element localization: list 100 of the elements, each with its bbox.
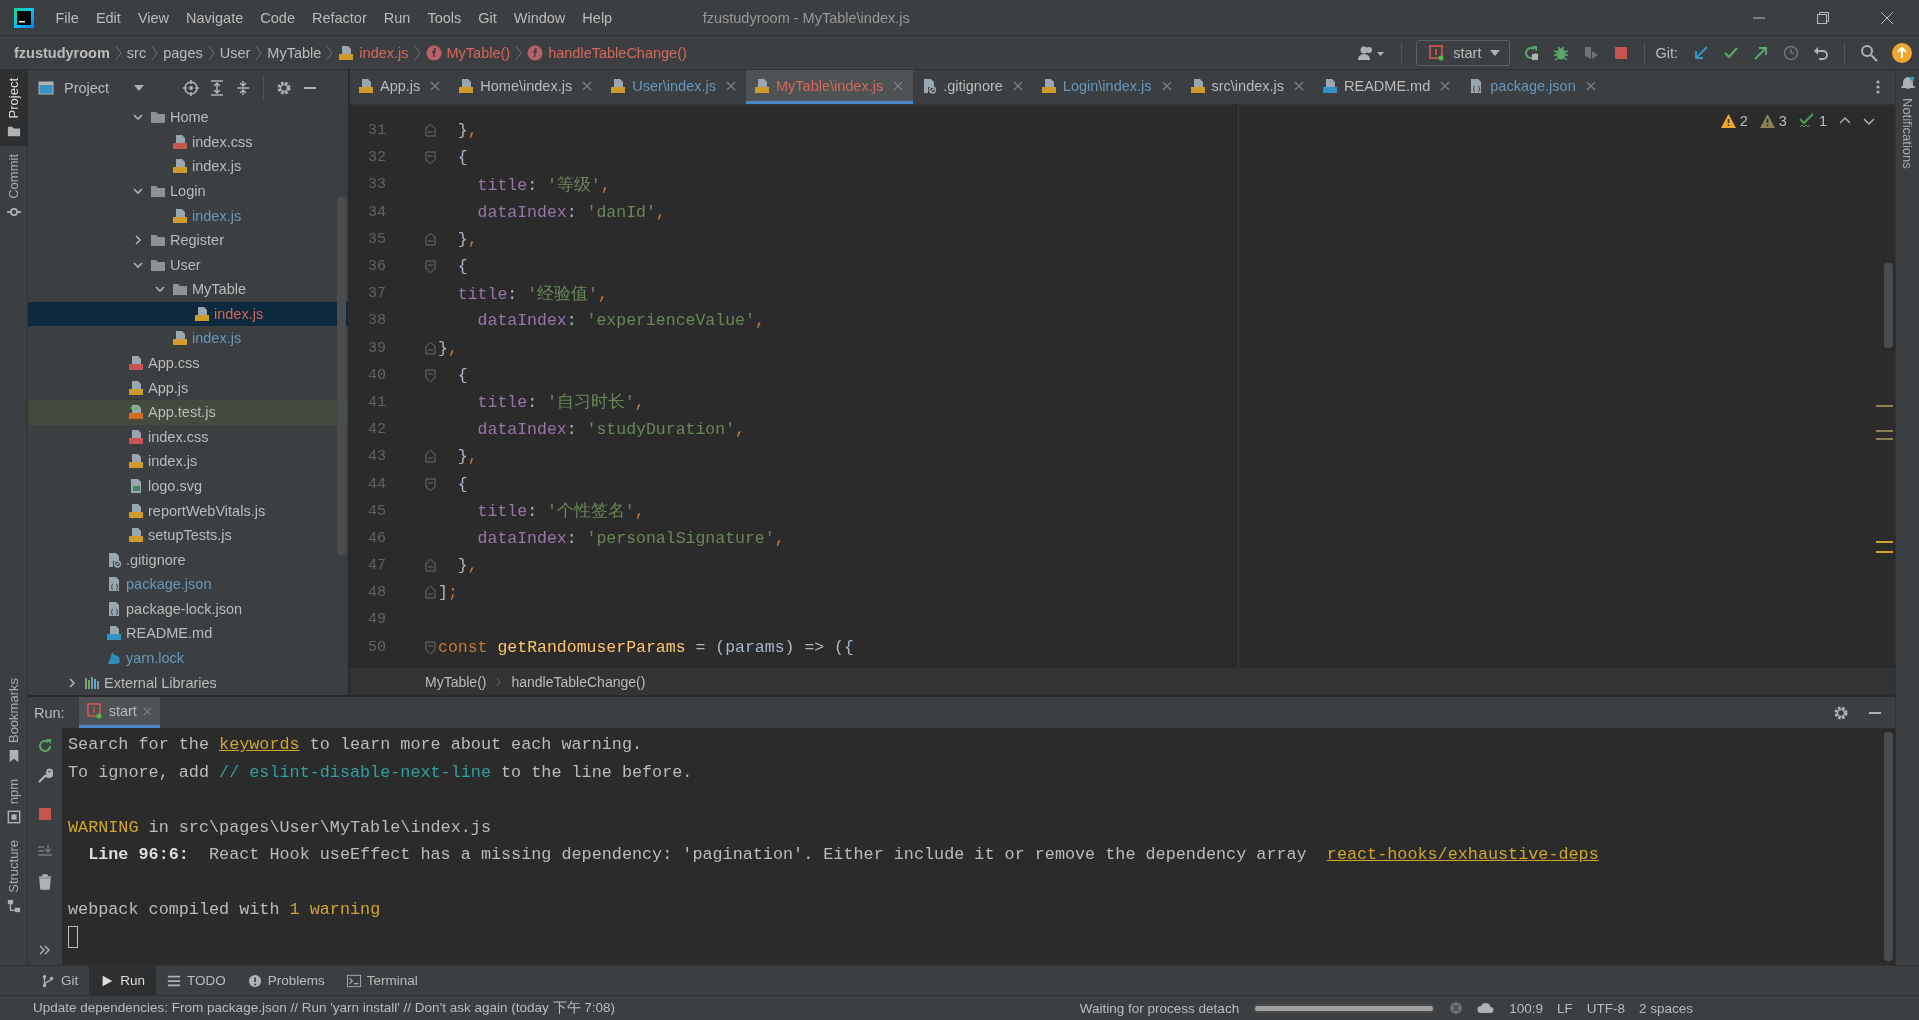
tool-window-button[interactable]: Git bbox=[30, 965, 90, 996]
tool-window-tab[interactable]: Commit bbox=[0, 146, 28, 228]
tree-item[interactable]: reportWebVitals.js bbox=[28, 498, 348, 523]
menu-item[interactable]: Window bbox=[505, 4, 574, 31]
crosshair-icon[interactable] bbox=[183, 79, 200, 96]
more-icon[interactable] bbox=[39, 945, 51, 955]
scrollbar-thumb[interactable] bbox=[337, 197, 346, 555]
status-item[interactable]: LF bbox=[1556, 1000, 1573, 1016]
status-item[interactable]: 100:9 bbox=[1509, 1000, 1543, 1016]
inspection-counter[interactable]: 3 bbox=[1759, 113, 1787, 129]
breadcrumb[interactable]: pages bbox=[163, 39, 203, 66]
tool-window-tab[interactable]: Project bbox=[0, 70, 28, 147]
tree-item[interactable]: index.js bbox=[28, 301, 348, 327]
tree-item[interactable]: App.css bbox=[28, 350, 348, 376]
tree-item[interactable]: index.js bbox=[28, 203, 348, 228]
console-link[interactable]: react-hooks/exhaustive-deps bbox=[1326, 845, 1599, 865]
tool-window-tab[interactable]: Structure bbox=[0, 832, 28, 921]
rerun-icon[interactable] bbox=[37, 738, 53, 754]
tree-item[interactable]: Register bbox=[28, 227, 348, 253]
wrench-icon[interactable] bbox=[37, 768, 53, 784]
status-item[interactable]: UTF-8 bbox=[1586, 1000, 1625, 1016]
cloud-icon[interactable] bbox=[1477, 1001, 1496, 1015]
tree-item[interactable]: README.md bbox=[28, 621, 348, 646]
tree-item[interactable]: MyTable bbox=[28, 277, 348, 302]
settings-icon[interactable] bbox=[1833, 704, 1849, 721]
tool-window-tab[interactable]: Notifications bbox=[1900, 98, 1915, 169]
console-link[interactable]: keywords bbox=[219, 735, 300, 755]
breadcrumb[interactable]: MyTable() bbox=[425, 673, 487, 690]
tool-window-tab[interactable]: npm bbox=[0, 770, 28, 833]
menu-item[interactable]: Help bbox=[573, 4, 621, 31]
scrollbar-thumb[interactable] bbox=[1884, 732, 1893, 961]
menu-item[interactable]: Refactor bbox=[303, 4, 376, 31]
settings-icon[interactable] bbox=[276, 79, 293, 96]
user-icon[interactable] bbox=[1358, 44, 1387, 61]
menu-item[interactable]: Code bbox=[251, 4, 304, 31]
bell-icon[interactable] bbox=[1900, 76, 1915, 90]
status-item[interactable]: 2 spaces bbox=[1638, 1000, 1693, 1016]
breadcrumb[interactable]: MyTable bbox=[267, 39, 322, 66]
tree-item[interactable]: setupTests.js bbox=[28, 522, 348, 548]
breadcrumb[interactable]: src bbox=[126, 39, 147, 66]
tool-window-button[interactable]: Terminal bbox=[335, 965, 429, 996]
close-icon[interactable] bbox=[1294, 80, 1305, 91]
editor-tab[interactable]: README.md bbox=[1314, 70, 1461, 104]
push-arrow-icon[interactable] bbox=[1753, 44, 1769, 61]
tree-item[interactable]: Home bbox=[28, 105, 348, 130]
chevron-down-icon[interactable] bbox=[1863, 115, 1875, 127]
trash-icon[interactable] bbox=[37, 874, 53, 890]
tree-item[interactable]: App.js bbox=[28, 375, 348, 400]
close-icon[interactable] bbox=[1012, 80, 1023, 91]
stop-icon[interactable] bbox=[1613, 44, 1630, 61]
bug-icon[interactable] bbox=[1553, 44, 1570, 61]
menu-item[interactable]: View bbox=[129, 4, 178, 31]
tree-item[interactable]: .gitignore bbox=[28, 547, 348, 572]
editor-tab[interactable]: Login\index.js bbox=[1032, 70, 1182, 104]
tree-item[interactable]: App.test.js bbox=[28, 399, 348, 425]
close-icon[interactable] bbox=[430, 80, 441, 91]
menu-item[interactable]: Navigate bbox=[177, 4, 252, 31]
tree-item[interactable]: index.css bbox=[28, 424, 348, 450]
scrollbar-thumb[interactable] bbox=[1884, 263, 1893, 348]
tool-window-button[interactable]: TODO bbox=[156, 965, 237, 996]
stop-icon[interactable] bbox=[37, 806, 53, 822]
tree-item[interactable]: index.css bbox=[28, 129, 348, 155]
close-icon[interactable] bbox=[1440, 80, 1451, 91]
collapse-all-icon[interactable] bbox=[235, 79, 252, 96]
breadcrumb[interactable]: handleTableChange() bbox=[527, 39, 687, 66]
tree-item[interactable]: index.js bbox=[28, 154, 348, 179]
breadcrumb[interactable]: index.js bbox=[338, 39, 409, 66]
tool-window-tab[interactable]: Bookmarks bbox=[0, 669, 28, 771]
chevron-right-icon[interactable] bbox=[66, 676, 78, 689]
rerun-icon[interactable] bbox=[1523, 44, 1540, 61]
tree-item[interactable]: User bbox=[28, 252, 348, 278]
editor-tab[interactable]: src\index.js bbox=[1181, 70, 1315, 104]
tool-window-button[interactable]: Problems bbox=[236, 965, 336, 996]
editor-tab[interactable]: .gitignore bbox=[913, 70, 1033, 104]
breadcrumb[interactable]: MyTable() bbox=[425, 39, 511, 66]
tree-item[interactable]: index.js bbox=[28, 449, 348, 474]
inspection-counter[interactable]: 2 bbox=[1720, 113, 1748, 129]
breadcrumb[interactable]: fzustudyroom bbox=[14, 39, 110, 66]
menu-item[interactable]: Tools bbox=[418, 4, 470, 31]
search-icon[interactable] bbox=[1860, 43, 1878, 62]
tool-window-button[interactable]: Run bbox=[89, 965, 157, 996]
menu-item[interactable]: File bbox=[47, 4, 88, 31]
tree-item[interactable]: package-lock.json bbox=[28, 596, 348, 622]
editor-tab[interactable]: User\index.js bbox=[602, 70, 746, 104]
expand-all-icon[interactable] bbox=[209, 79, 226, 96]
chevron-right-icon[interactable] bbox=[132, 234, 144, 247]
chevron-down-icon[interactable] bbox=[132, 185, 144, 197]
tree-item[interactable]: logo.svg bbox=[28, 473, 348, 499]
menu-item[interactable]: Run bbox=[375, 4, 419, 31]
run-tab[interactable]: start bbox=[78, 697, 160, 728]
editor-tab[interactable]: package.json bbox=[1460, 70, 1606, 104]
run-config-dropdown[interactable]: start bbox=[1416, 39, 1511, 66]
tree-item[interactable]: package.json bbox=[28, 572, 348, 597]
breadcrumb[interactable]: handleTableChange() bbox=[511, 673, 646, 690]
menu-item[interactable]: Edit bbox=[87, 4, 130, 31]
close-icon[interactable] bbox=[582, 80, 593, 91]
tree-item[interactable]: Login bbox=[28, 178, 348, 204]
update-available-icon[interactable] bbox=[1892, 42, 1912, 63]
close-icon[interactable] bbox=[1585, 80, 1596, 91]
tree-item[interactable]: External Libraries bbox=[28, 670, 348, 695]
